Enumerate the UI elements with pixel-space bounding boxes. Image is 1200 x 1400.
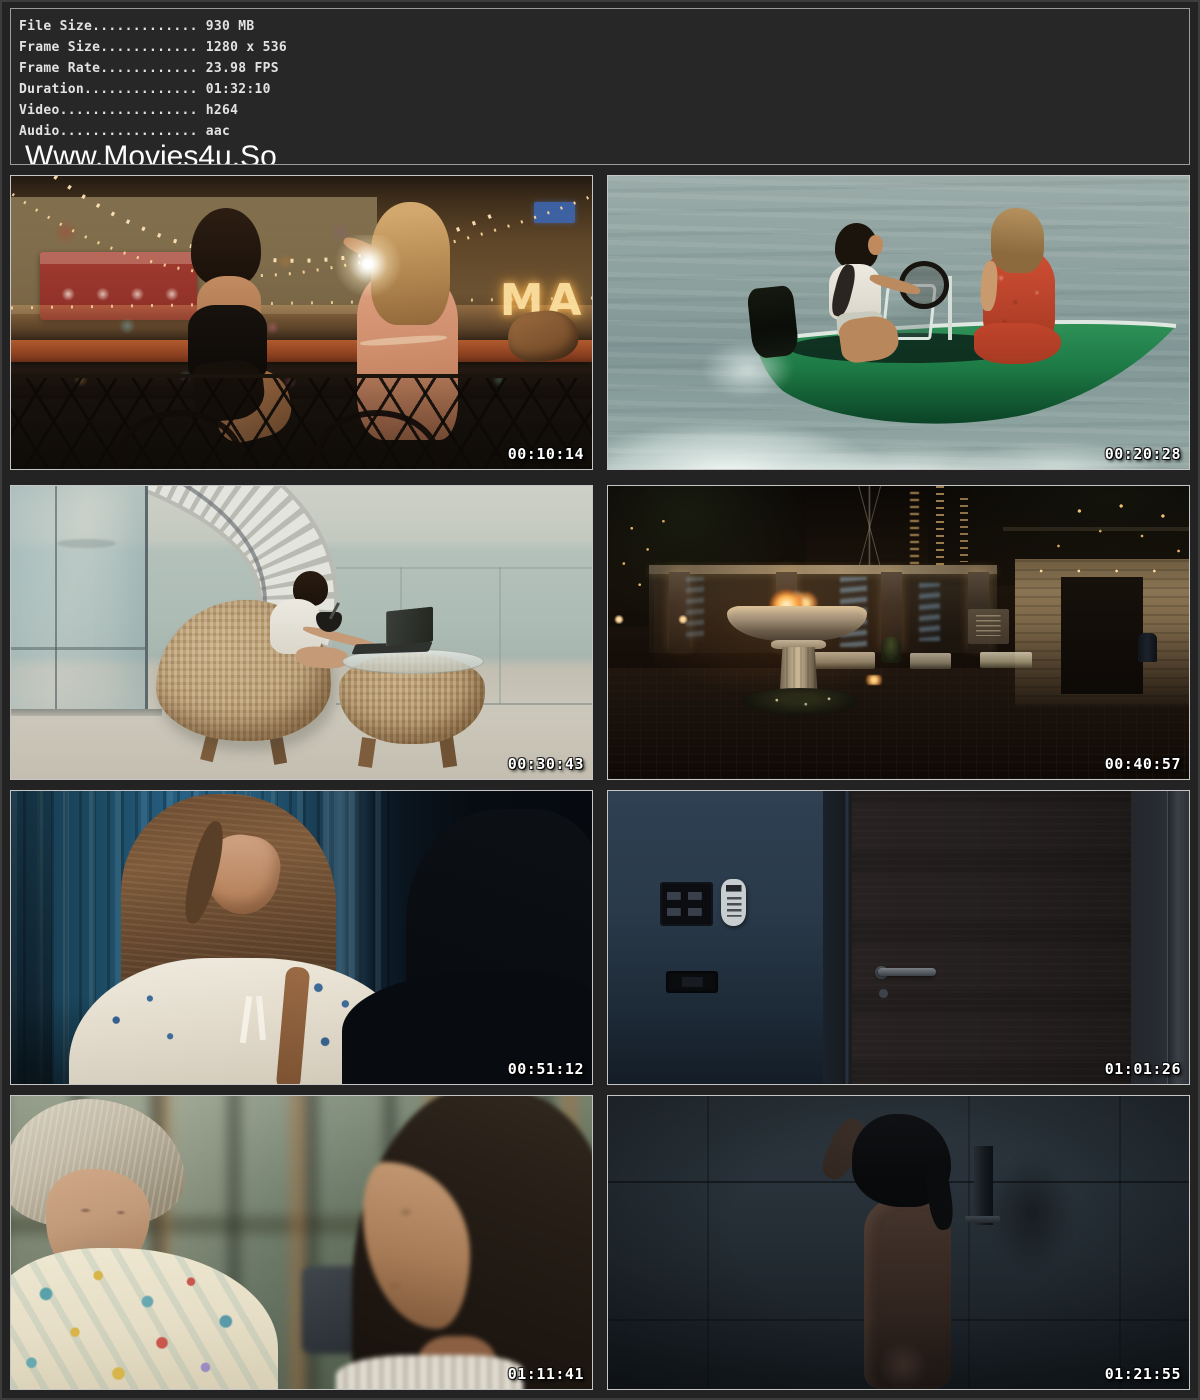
timestamp: 00:30:43 — [508, 755, 584, 773]
thumbnail-frame-5: 00:51:12 — [10, 790, 593, 1085]
passenger-hair — [991, 208, 1043, 272]
passenger-dress-skirt — [974, 323, 1061, 364]
door-handle — [878, 968, 936, 976]
glass-frame-line — [11, 647, 145, 650]
info-value: 23.98 FPS — [198, 61, 279, 76]
timestamp: 01:01:26 — [1105, 1060, 1181, 1078]
timestamp: 01:21:55 — [1105, 1365, 1181, 1383]
glass-wall — [11, 486, 148, 709]
scene-shower — [608, 1096, 1189, 1389]
thumbnail-frame-1: MA 00:10:14 — [10, 175, 593, 470]
info-value: 01:32:10 — [198, 82, 271, 97]
thumbnail-frame-3: 00:30:43 — [10, 485, 593, 780]
timestamp: 00:10:14 — [508, 445, 584, 463]
man2-striped-shoulder — [336, 1355, 523, 1389]
info-label: Duration.............. — [19, 82, 198, 97]
file-info-row: Duration..............01:32:10 — [19, 79, 1189, 100]
thumbnail-frame-8: 01:21:55 — [607, 1095, 1190, 1390]
scene-blouse-woman — [11, 791, 592, 1084]
trash-bin — [1138, 633, 1157, 662]
info-label: File Size............. — [19, 19, 198, 34]
hanging-light-curtain — [936, 486, 944, 574]
thumbnail-frame-6: 01:01:26 — [607, 790, 1190, 1085]
scene-night-market: MA — [11, 176, 592, 469]
bow-wake-foam — [608, 393, 1189, 469]
info-value: 1280 x 536 — [198, 40, 287, 55]
man2-foreground — [336, 1096, 592, 1389]
bench — [980, 652, 1032, 668]
light-swag-path — [11, 186, 592, 276]
balustrade-top-rail — [336, 567, 592, 569]
small-ground-flame — [864, 675, 884, 685]
timestamp: 00:40:57 — [1105, 755, 1181, 773]
timestamp: 00:51:12 — [508, 1060, 584, 1078]
keyhole — [879, 989, 888, 998]
ceiling-downlights — [1026, 567, 1177, 576]
info-value: h264 — [198, 103, 239, 118]
info-label: Audio................. — [19, 124, 198, 139]
scene-motorboat — [608, 176, 1189, 469]
directory-sign — [968, 609, 1009, 644]
thumbnail-frame-7: 01:11:41 — [10, 1095, 593, 1390]
file-info-panel: File Size.............930 MB Frame Size.… — [10, 8, 1190, 165]
outboard-motor — [747, 285, 801, 360]
balustrade-seam — [499, 567, 501, 705]
glass-frame-line — [55, 486, 57, 709]
scene-two-men — [11, 1096, 592, 1389]
thumbnail-frame-2: 00:20:28 — [607, 175, 1190, 470]
info-label: Frame Rate............ — [19, 61, 198, 76]
timestamp: 01:11:41 — [508, 1365, 584, 1383]
vignette-overlay — [608, 1096, 1189, 1389]
lattice-railing — [11, 374, 592, 469]
info-label: Video................. — [19, 103, 198, 118]
info-label: Frame Size............ — [19, 40, 198, 55]
driver-face — [868, 235, 883, 256]
file-info-row: Frame Rate............23.98 FPS — [19, 58, 1189, 79]
upper-railing — [1003, 527, 1189, 531]
phone-flash-glow — [333, 235, 403, 299]
file-info-row: Video.................h264 — [19, 100, 1189, 121]
door-frame — [843, 791, 850, 1084]
scene-dark-door — [608, 791, 1189, 1084]
switch-panel — [660, 882, 712, 926]
rigging-cables — [806, 486, 934, 568]
blue-wall — [608, 791, 823, 1084]
laptop-screen — [386, 607, 433, 647]
hanging-light-curtain — [960, 498, 968, 562]
building-recess — [1061, 577, 1142, 694]
media-info-sheet: File Size.............930 MB Frame Size.… — [0, 0, 1200, 1400]
bar-counter — [11, 340, 592, 362]
file-info-row: Audio.................aac — [19, 121, 1189, 142]
wood-door — [852, 791, 1131, 1084]
thumbnail-frame-4: 00:40:57 — [607, 485, 1190, 780]
file-info-row: File Size.............930 MB — [19, 16, 1189, 37]
ground-lamp — [614, 615, 624, 624]
info-value: 930 MB — [198, 19, 255, 34]
file-info-row: Frame Size............1280 x 536 — [19, 37, 1189, 58]
floor-trim — [11, 709, 162, 716]
scene-balcony — [11, 486, 592, 779]
power-socket — [666, 971, 718, 993]
wall-keypad — [721, 879, 746, 926]
scene-courtyard — [608, 486, 1189, 779]
info-value: aac — [198, 124, 230, 139]
timestamp: 00:20:28 — [1105, 445, 1181, 463]
planting-mound — [742, 688, 858, 714]
curtain-strip — [1167, 791, 1189, 1084]
site-watermark: Www.Movies4u.So — [19, 143, 1189, 165]
